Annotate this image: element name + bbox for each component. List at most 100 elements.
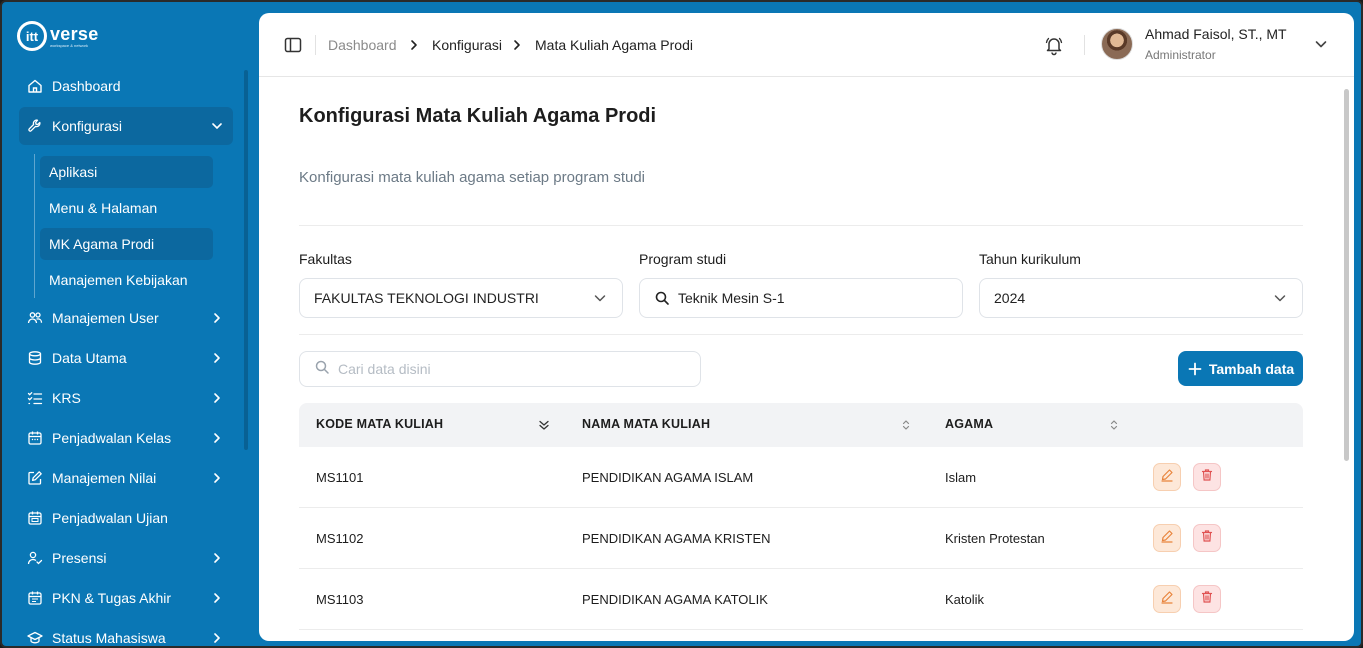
page-title: Konfigurasi Mata Kuliah Agama Prodi: [299, 105, 657, 127]
sidebar-item-label: PKN & Tugas Akhir: [52, 590, 172, 606]
sort-icon[interactable]: [899, 418, 913, 432]
app-logo[interactable]: itt verse workspace & network: [17, 19, 99, 53]
logo-tagline: workspace & network: [50, 42, 89, 48]
sidebar-item-manajemen-nilai[interactable]: Manajemen Nilai: [19, 459, 233, 497]
sidebar-item-status-mahasiswa[interactable]: Status Mahasiswa: [19, 619, 233, 646]
sidebar-item-label: Data Utama: [52, 350, 127, 366]
fakultas-select[interactable]: FAKULTAS TEKNOLOGI INDUSTRI: [299, 278, 623, 318]
cell-kode: MS1103: [316, 592, 364, 607]
breadcrumb-konfigurasi[interactable]: Konfigurasi: [432, 35, 502, 55]
divider: [299, 225, 1303, 226]
sidebar-subitem-mk-agama-prodi[interactable]: MK Agama Prodi: [40, 228, 213, 260]
cell-nama: PENDIDIKAN AGAMA KRISTEN: [582, 531, 771, 546]
wrench-icon: [26, 117, 44, 135]
list-check-icon: [26, 389, 44, 407]
divider: [315, 35, 316, 55]
user-check-icon: [26, 549, 44, 567]
edit-button[interactable]: [1153, 585, 1181, 613]
add-data-label: Tambah data: [1208, 360, 1295, 377]
tahun-select[interactable]: 2024: [979, 278, 1303, 318]
sidebar-item-penjadwalan-kelas[interactable]: Penjadwalan Kelas: [19, 419, 233, 457]
sidebar-item-label: Dashboard: [52, 78, 121, 94]
cell-agama: Katolik: [945, 592, 985, 607]
column-header-kode[interactable]: KODE MATA KULIAH: [316, 417, 443, 431]
sort-desc-icon[interactable]: [537, 418, 551, 432]
content-scrollbar[interactable]: [1344, 89, 1349, 461]
sidebar-item-pkn-tugas-akhir[interactable]: PKN & Tugas Akhir: [19, 579, 233, 617]
sidebar-item-label: Konfigurasi: [52, 118, 123, 134]
database-icon: [26, 349, 44, 367]
sidebar-item-presensi[interactable]: Presensi: [19, 539, 233, 577]
cell-nama: PENDIDIKAN AGAMA ISLAM: [582, 470, 754, 485]
sort-icon[interactable]: [1107, 418, 1121, 432]
tahun-value: 2024: [994, 290, 1026, 306]
trash-icon: [1200, 590, 1214, 609]
divider: [299, 334, 1303, 335]
sidebar-item-penjadwalan-ujian[interactable]: Penjadwalan Ujian: [19, 499, 233, 537]
add-data-button[interactable]: Tambah data: [1178, 351, 1303, 386]
breadcrumb-chevron-icon: [510, 37, 524, 53]
table-row: MS1103 PENDIDIKAN AGAMA KATOLIK Katolik: [299, 569, 1303, 630]
logo-name: verse: [50, 23, 99, 44]
prodi-label: Program studi: [639, 251, 727, 267]
edit-button[interactable]: [1153, 524, 1181, 552]
chevron-right-icon: [207, 628, 227, 646]
chevron-down-icon[interactable]: [1313, 36, 1329, 52]
sidebar-subitem-label: Manajemen Kebijakan: [49, 272, 188, 288]
sidebar-item-label: KRS: [52, 390, 81, 406]
search-input[interactable]: [338, 361, 668, 377]
bell-icon[interactable]: [1043, 34, 1065, 56]
chevron-right-icon: [207, 468, 227, 488]
cell-agama: Kristen Protestan: [945, 531, 1045, 546]
chevron-down-icon: [592, 290, 608, 306]
sidebar-item-manajemen-user[interactable]: Manajemen User: [19, 299, 233, 337]
edit-button[interactable]: [1153, 463, 1181, 491]
prodi-value: Teknik Mesin S-1: [678, 290, 785, 306]
sidebar-item-label: Status Mahasiswa: [52, 630, 166, 646]
avatar[interactable]: [1101, 28, 1133, 60]
pencil-icon: [1160, 590, 1174, 609]
chevron-right-icon: [207, 428, 227, 448]
logo-wordmark: verse workspace & network: [50, 25, 99, 48]
calendar-icon: [26, 509, 44, 527]
breadcrumb-dashboard[interactable]: Dashboard: [328, 35, 397, 55]
graduation-cap-icon: [26, 629, 44, 646]
chevron-right-icon: [207, 348, 227, 368]
delete-button[interactable]: [1193, 524, 1221, 552]
sidebar-toggle-icon[interactable]: [283, 35, 303, 55]
delete-button[interactable]: [1193, 463, 1221, 491]
sidebar-scrollbar[interactable]: [244, 70, 248, 450]
divider: [1084, 35, 1085, 55]
chevron-down-icon: [207, 116, 227, 136]
chevron-right-icon: [207, 388, 227, 408]
sidebar-item-konfigurasi[interactable]: Konfigurasi: [19, 107, 233, 145]
chevron-right-icon: [207, 548, 227, 568]
sidebar-item-dashboard[interactable]: Dashboard: [19, 67, 233, 105]
cell-nama: PENDIDIKAN AGAMA KATOLIK: [582, 592, 768, 607]
delete-button[interactable]: [1193, 585, 1221, 613]
tahun-label: Tahun kurikulum: [979, 251, 1081, 267]
table-row: MS1102 PENDIDIKAN AGAMA KRISTEN Kristen …: [299, 508, 1303, 569]
sidebar-subitem-menu-halaman[interactable]: Menu & Halaman: [40, 192, 213, 224]
sidebar-item-data-utama[interactable]: Data Utama: [19, 339, 233, 377]
cell-agama: Islam: [945, 470, 977, 485]
sidebar: itt verse workspace & network Dashboard …: [2, 2, 252, 646]
home-icon: [26, 77, 44, 95]
sidebar-subitem-label: Menu & Halaman: [49, 200, 158, 216]
user-name[interactable]: Ahmad Faisol, ST., MT: [1145, 26, 1287, 42]
sidebar-subitem-aplikasi[interactable]: Aplikasi: [40, 156, 213, 188]
breadcrumb-current: Mata Kuliah Agama Prodi: [535, 37, 693, 53]
sidebar-subitem-manajemen-kebijakan[interactable]: Manajemen Kebijakan: [40, 264, 213, 296]
data-table: KODE MATA KULIAH NAMA MATA KULIAH AGAMA …: [299, 403, 1303, 641]
search-icon: [654, 290, 670, 306]
sidebar-item-label: Manajemen User: [52, 310, 159, 326]
edit-square-icon: [26, 469, 44, 487]
prodi-search-select[interactable]: Teknik Mesin S-1: [639, 278, 963, 318]
column-header-nama[interactable]: NAMA MATA KULIAH: [582, 417, 710, 431]
sidebar-item-krs[interactable]: KRS: [19, 379, 233, 417]
submenu-guide-line: [34, 154, 35, 298]
chevron-right-icon: [207, 588, 227, 608]
fakultas-value: FAKULTAS TEKNOLOGI INDUSTRI: [314, 290, 539, 306]
column-header-agama[interactable]: AGAMA: [945, 417, 993, 431]
table-search[interactable]: [299, 351, 701, 387]
